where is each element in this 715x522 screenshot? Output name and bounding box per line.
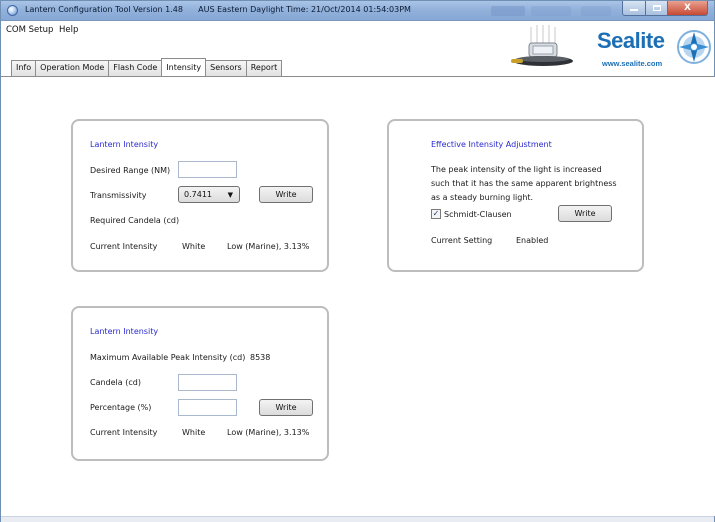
lantern-logo-icon — [511, 25, 573, 66]
maximize-button[interactable] — [646, 1, 668, 16]
status-bar — [1, 516, 714, 522]
schmidt-clausen-label: Schmidt-Clausen — [444, 210, 512, 219]
description-line: The peak intensity of the light is incre… — [431, 165, 602, 174]
tab-flash-code[interactable]: Flash Code — [108, 60, 163, 76]
tab-report[interactable]: Report — [245, 60, 283, 76]
close-icon: X — [684, 3, 691, 13]
tab-strip: Info Operation Mode Flash Code Intensity… — [11, 58, 283, 77]
percentage-label: Percentage (%) — [90, 403, 152, 412]
brand-url: www.sealite.com — [602, 59, 663, 68]
panel-title: Lantern Intensity — [90, 140, 159, 149]
menu-com-setup[interactable]: COM Setup — [6, 25, 53, 35]
app-title: Lantern Configuration Tool Version 1.48 — [25, 5, 183, 14]
window-controls: X — [622, 1, 708, 16]
candela-label: Candela (cd) — [90, 378, 141, 387]
titlebar-decoration — [531, 6, 571, 16]
current-setting-value: Enabled — [516, 236, 549, 245]
candela-input[interactable] — [178, 374, 237, 391]
desired-range-input[interactable] — [178, 161, 237, 178]
transmissivity-select[interactable]: 0.7411 ▼ — [178, 186, 240, 203]
menu-help[interactable]: Help — [59, 25, 78, 35]
minimize-button[interactable] — [622, 1, 646, 16]
checkmark-icon: ✓ — [432, 209, 440, 218]
tab-info[interactable]: Info — [11, 60, 37, 76]
close-button[interactable]: X — [668, 1, 708, 16]
compass-logo-icon — [677, 30, 711, 64]
schmidt-clausen-checkbox[interactable]: ✓ — [431, 209, 441, 219]
max-peak-label: Maximum Available Peak Intensity (cd) — [90, 353, 246, 362]
titlebar-decoration — [581, 6, 611, 16]
current-intensity-label: Current Intensity — [90, 428, 158, 437]
window-title: Lantern Configuration Tool Version 1.48 … — [25, 5, 411, 14]
write-candela-button[interactable]: Write — [259, 399, 313, 416]
percentage-input[interactable] — [178, 399, 237, 416]
current-color-value: White — [182, 242, 206, 251]
current-setting-label: Current Setting — [431, 236, 493, 245]
tab-operation-mode[interactable]: Operation Mode — [35, 60, 110, 76]
description-line: such that it has the same apparent brigh… — [431, 179, 617, 188]
lantern-intensity-peak-panel: Lantern Intensity Maximum Available Peak… — [71, 306, 329, 461]
current-color-value: White — [182, 428, 206, 437]
transmissivity-value: 0.7411 — [184, 190, 212, 199]
required-candela-label: Required Candela (cd) — [90, 216, 180, 225]
time-label: AUS Eastern Daylight Time: 21/Oct/2014 0… — [198, 5, 411, 14]
current-intensity-label: Current Intensity — [90, 242, 158, 251]
desired-range-label: Desired Range (NM) — [90, 166, 171, 175]
app-icon — [7, 5, 18, 16]
tab-intensity[interactable]: Intensity — [161, 58, 207, 76]
write-adjustment-button[interactable]: Write — [558, 205, 612, 222]
maximize-icon — [652, 5, 661, 11]
lantern-intensity-panel: Lantern Intensity Desired Range (NM) Tra… — [71, 119, 329, 272]
app-window: Lantern Configuration Tool Version 1.48 … — [0, 0, 715, 522]
tab-sensors[interactable]: Sensors — [205, 60, 247, 76]
panel-title: Lantern Intensity — [90, 327, 159, 336]
effective-intensity-panel: Effective Intensity Adjustment The peak … — [387, 119, 644, 272]
intensity-tab-content: Lantern Intensity Desired Range (NM) Tra… — [2, 77, 715, 516]
title-bar[interactable]: Lantern Configuration Tool Version 1.48 … — [1, 1, 714, 21]
minimize-icon — [630, 9, 638, 11]
brand-logo: Sealite — [597, 28, 665, 53]
write-range-button[interactable]: Write — [259, 186, 313, 203]
current-intensity-value: Low (Marine), 3.13% — [227, 242, 310, 251]
titlebar-decoration — [491, 6, 525, 16]
max-peak-value: 8538 — [250, 353, 271, 362]
dropdown-arrow-icon: ▼ — [227, 191, 233, 199]
panel-title: Effective Intensity Adjustment — [431, 140, 552, 149]
transmissivity-label: Transmissivity — [90, 191, 147, 200]
current-intensity-value: Low (Marine), 3.13% — [227, 428, 310, 437]
description-line: as a steady burning light. — [431, 193, 534, 202]
